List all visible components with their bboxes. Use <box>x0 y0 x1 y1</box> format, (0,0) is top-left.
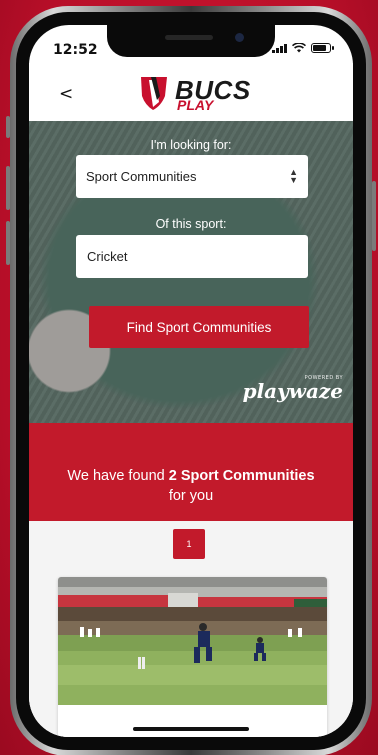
looking-for-label: I'm looking for: <box>150 138 232 152</box>
home-indicator[interactable] <box>133 727 249 731</box>
results-count: 2 Sport Communities <box>168 468 315 484</box>
volume-up-button <box>6 166 10 210</box>
speaker-grille <box>165 35 213 40</box>
pagination: 1 <box>29 521 353 567</box>
search-hero: I'm looking for: Sport Communities ▲ ▼ Of… <box>29 121 353 423</box>
page-button-1[interactable]: 1 <box>173 529 205 559</box>
find-sport-communities-button[interactable]: Find Sport Communities <box>89 306 309 348</box>
status-time: 12:52 <box>53 42 98 58</box>
app-header: < BUCS PLAY <box>29 63 353 121</box>
sport-input[interactable] <box>76 235 308 278</box>
results-banner: We have found 2 Sport Communities for yo… <box>29 423 353 521</box>
logo-subtitle: PLAY <box>177 97 214 113</box>
back-button[interactable]: < <box>59 86 73 103</box>
community-type-select[interactable]: Sport Communities ▲ ▼ <box>76 155 308 198</box>
community-type-value: Sport Communities <box>86 169 197 184</box>
bucs-play-logo[interactable]: BUCS PLAY <box>137 73 252 113</box>
power-button <box>372 181 376 251</box>
sport-label: Of this sport: <box>155 217 227 231</box>
select-chevron-icon: ▲ ▼ <box>289 167 298 185</box>
notch <box>107 25 275 57</box>
cricket-match-photo <box>58 577 327 705</box>
wifi-icon <box>292 43 306 53</box>
phone-screen: 12:52 < BUCS PLAY I'm looking for: Sport… <box>29 25 353 737</box>
results-summary: We have found 2 Sport Communities <box>67 468 315 484</box>
results-summary-line2: for you <box>168 488 214 504</box>
front-camera <box>235 33 244 42</box>
community-card[interactable] <box>58 577 327 737</box>
volume-down-button <box>6 221 10 265</box>
battery-icon <box>311 43 334 53</box>
signal-icon <box>272 44 287 53</box>
shield-logo-icon <box>141 77 167 110</box>
status-icons <box>272 43 334 53</box>
playwaze-logo: playwaze <box>242 379 343 403</box>
powered-by-playwaze: POWERED BY playwaze <box>243 375 343 403</box>
phone-frame: 12:52 < BUCS PLAY I'm looking for: Sport… <box>6 6 376 755</box>
mute-switch <box>6 116 10 138</box>
powered-by-label: POWERED BY <box>304 375 343 381</box>
results-list <box>29 567 353 737</box>
